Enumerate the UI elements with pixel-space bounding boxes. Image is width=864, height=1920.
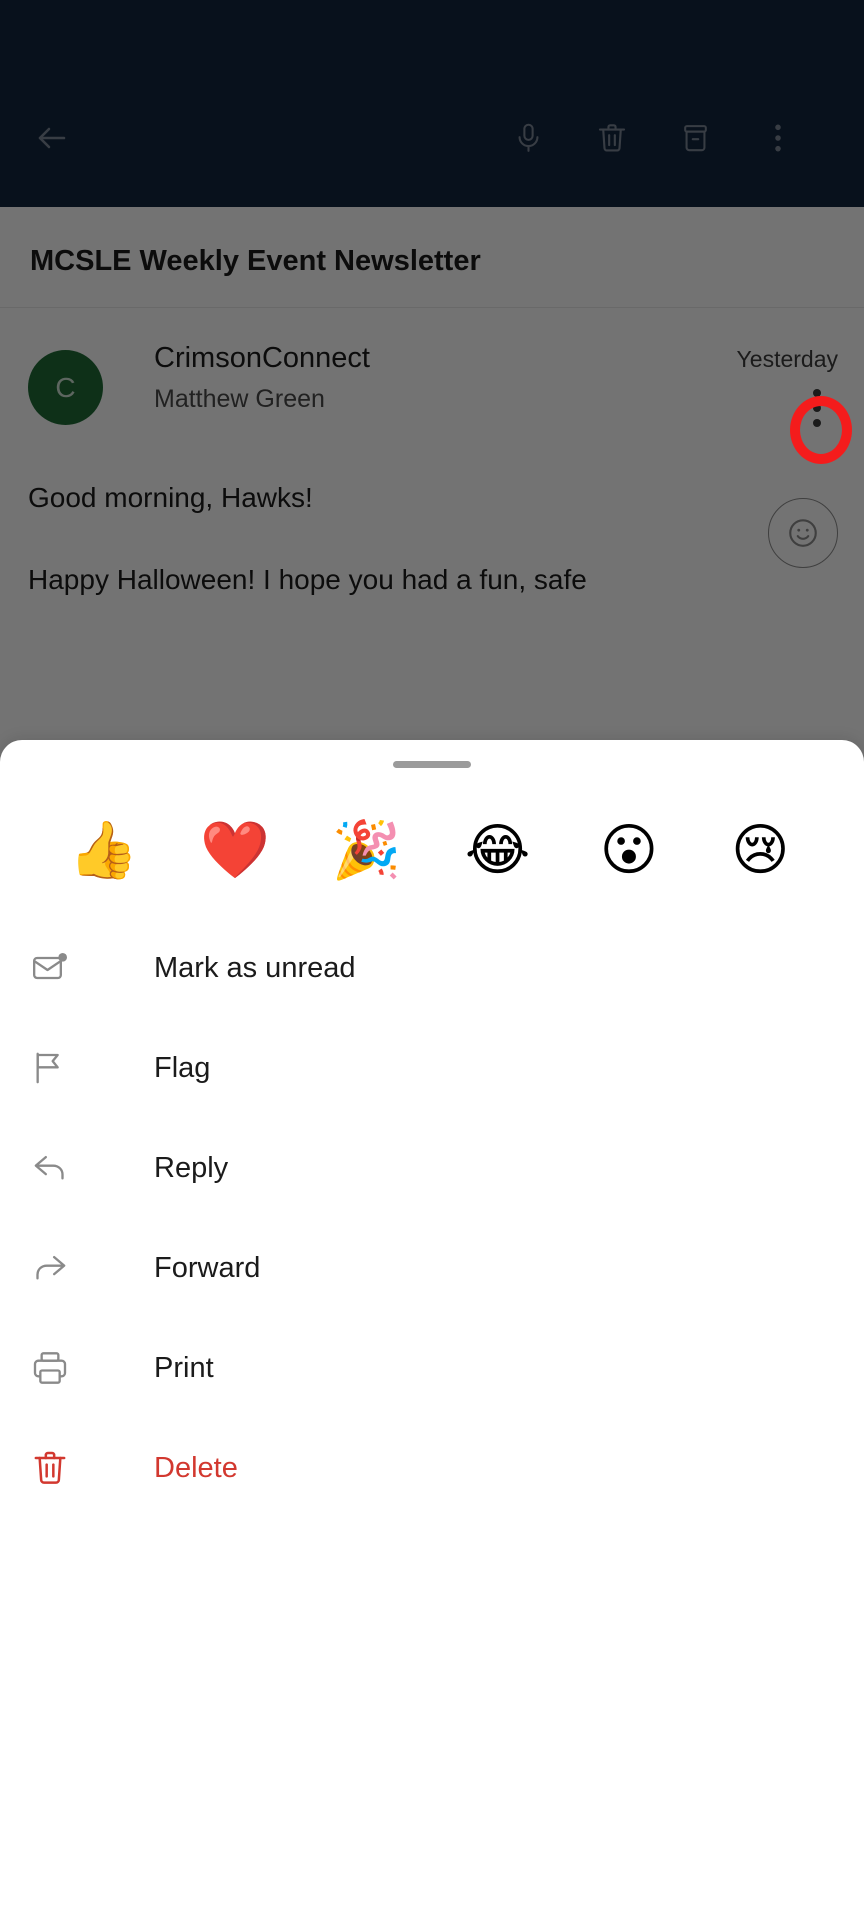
- menu-item-label: Delete: [154, 1451, 238, 1484]
- printer-icon: [30, 1348, 94, 1388]
- heart-emoji[interactable]: ❤️: [169, 823, 300, 879]
- menu-item-label: Print: [154, 1351, 214, 1384]
- menu-item-label: Mark as unread: [154, 951, 356, 984]
- menu-item-flag[interactable]: Flag: [0, 1018, 864, 1118]
- email-body-line: Good morning, Hawks!: [28, 482, 313, 513]
- reaction-picker-row: 👍 ❤️ 🎉 😂 😮 😢: [0, 792, 864, 910]
- mail-unread-icon: [30, 948, 94, 988]
- menu-item-label: Reply: [154, 1151, 229, 1184]
- email-body-line: Happy Halloween! I hope you had a fun, s…: [28, 564, 587, 595]
- menu-item-label: Flag: [154, 1051, 211, 1084]
- trash-icon[interactable]: [582, 108, 642, 168]
- mobile-outlook-screen: MCSLE Weekly Event Newsletter C CrimsonC…: [0, 0, 864, 1920]
- app-top-bar: [0, 0, 864, 207]
- smiley-icon: [789, 519, 817, 547]
- party-popper-emoji[interactable]: 🎉: [301, 823, 432, 879]
- email-timestamp: Yesterday: [736, 346, 838, 372]
- avatar: C: [28, 350, 103, 425]
- message-actions-bottom-sheet: 👍 ❤️ 🎉 😂 😮 😢 Mark as unread Flag Reply F…: [0, 740, 864, 1920]
- menu-item-delete[interactable]: Delete: [0, 1418, 864, 1518]
- reply-arrow-icon: [30, 1148, 94, 1188]
- trash-icon: [30, 1448, 94, 1488]
- action-menu-list: Mark as unread Flag Reply Forward Print …: [0, 918, 864, 1518]
- add-reaction-button[interactable]: [768, 498, 838, 568]
- microphone-icon[interactable]: [498, 108, 558, 168]
- top-bar-actions: [0, 108, 864, 168]
- thumbs-up-emoji[interactable]: 👍: [38, 823, 169, 879]
- recipient-name: Matthew Green: [154, 385, 325, 413]
- menu-item-mark-as-unread[interactable]: Mark as unread: [0, 918, 864, 1018]
- page-title: MCSLE Weekly Event Newsletter: [30, 245, 481, 277]
- menu-item-print[interactable]: Print: [0, 1318, 864, 1418]
- menu-item-reply[interactable]: Reply: [0, 1118, 864, 1218]
- menu-item-label: Forward: [154, 1251, 261, 1284]
- laughing-emoji[interactable]: 😂: [432, 823, 563, 879]
- sender-name[interactable]: CrimsonConnect: [154, 342, 370, 375]
- overflow-menu-icon[interactable]: [748, 108, 808, 168]
- sad-emoji[interactable]: 😢: [695, 823, 826, 879]
- sheet-drag-handle[interactable]: [393, 761, 471, 768]
- archive-icon[interactable]: [665, 108, 725, 168]
- sender-row: C CrimsonConnect Matthew Green Yesterday: [0, 342, 864, 452]
- back-button[interactable]: [22, 108, 82, 168]
- menu-item-forward[interactable]: Forward: [0, 1218, 864, 1318]
- flag-icon: [30, 1048, 94, 1088]
- surprised-emoji[interactable]: 😮: [563, 823, 694, 879]
- annotation-highlight-overflow-menu: [790, 396, 852, 464]
- email-subject-area: MCSLE Weekly Event Newsletter: [0, 207, 864, 309]
- forward-arrow-icon: [30, 1248, 94, 1288]
